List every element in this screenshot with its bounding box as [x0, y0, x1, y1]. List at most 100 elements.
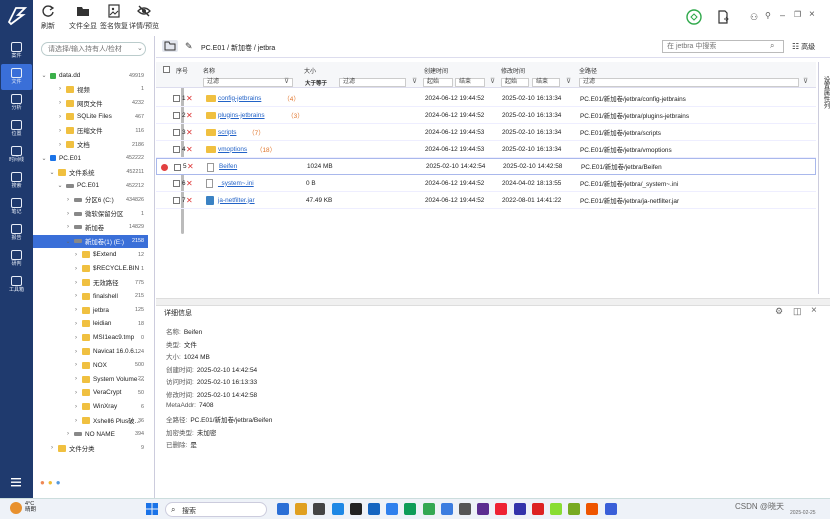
chevron-right-icon[interactable]: ›: [73, 335, 79, 341]
chevron-down-icon[interactable]: ⌄: [57, 182, 63, 189]
app-icon[interactable]: [586, 503, 599, 515]
taskbar-search[interactable]: ⌕ 搜索: [165, 502, 267, 517]
pin-icon[interactable]: ⚲: [765, 11, 771, 20]
row-name[interactable]: ja-netfilter.jar: [218, 197, 255, 204]
tree-node[interactable]: › 微软保留分区 1: [33, 207, 148, 220]
row-checkbox[interactable]: [174, 164, 181, 171]
chevron-right-icon[interactable]: ›: [73, 252, 79, 258]
chevron-right-icon[interactable]: ›: [73, 404, 79, 410]
rail-item-4[interactable]: 时间线: [1, 142, 32, 168]
tree-node[interactable]: › VeraCrypt 50: [33, 386, 148, 399]
chevron-right-icon[interactable]: ›: [57, 100, 63, 106]
app-icon[interactable]: [386, 503, 399, 515]
tree-node[interactable]: › 压缩文件 116: [33, 124, 148, 137]
app-icon[interactable]: [368, 503, 380, 515]
table-row[interactable]: 3 ✕ scripts （7） 2024-06-12 19:44:53 2025-02-1…: [156, 124, 816, 141]
folder-view-button[interactable]: [162, 40, 178, 52]
col-created[interactable]: 创建时间: [424, 66, 448, 75]
row-child-count[interactable]: （7）: [248, 128, 264, 137]
split-view-icon[interactable]: ◫: [793, 306, 802, 317]
filter-icon[interactable]: ⊽: [412, 77, 417, 85]
app-icon[interactable]: [422, 503, 435, 515]
tree-node[interactable]: › System Volume ... 22: [33, 373, 148, 386]
tree-node[interactable]: › WinXray 6: [33, 400, 148, 413]
app-icon[interactable]: [404, 503, 417, 515]
breadcrumb-item[interactable]: PC.E01: [201, 45, 225, 52]
tree-node[interactable]: › leidian 18: [33, 317, 148, 330]
chevron-right-icon[interactable]: ›: [73, 280, 79, 286]
app-icon[interactable]: [440, 503, 453, 515]
app-icon[interactable]: [349, 503, 362, 515]
col-fullpath[interactable]: 全路径: [579, 66, 597, 75]
row-name[interactable]: plugins-jetbrains: [218, 112, 265, 119]
app-icon[interactable]: [550, 503, 562, 515]
created-end-input[interactable]: 结束: [455, 78, 485, 87]
chevron-down-icon[interactable]: ⌄: [137, 44, 143, 52]
sig-recover-button[interactable]: 签名恢复: [100, 4, 128, 31]
path-filter-input[interactable]: 过滤: [579, 78, 799, 87]
tree-node[interactable]: › 文档 2186: [33, 138, 148, 151]
app-icon[interactable]: [531, 503, 544, 515]
chevron-right-icon[interactable]: ›: [57, 128, 63, 134]
row-checkbox[interactable]: [173, 95, 180, 102]
chevron-right-icon[interactable]: ›: [57, 142, 63, 148]
detail-preview-button[interactable]: 详情/预览: [129, 4, 159, 31]
chevron-right-icon[interactable]: ›: [73, 418, 79, 424]
sync-status-icon[interactable]: [686, 9, 702, 25]
row-checkbox[interactable]: [173, 129, 180, 136]
rail-item-7[interactable]: 报告: [1, 220, 32, 246]
row-child-count[interactable]: （18）: [256, 145, 276, 154]
tree-node[interactable]: › 无效路径 775: [33, 276, 148, 289]
col-size[interactable]: 大小: [304, 66, 316, 75]
chrome-icon[interactable]: [495, 503, 508, 515]
size-filter-input[interactable]: 过滤: [339, 78, 406, 87]
row-name[interactable]: Beifen: [219, 163, 237, 170]
filter-icon[interactable]: ⊽: [566, 77, 571, 85]
rail-item-5[interactable]: 搜索: [1, 168, 32, 194]
weather-icon[interactable]: [10, 502, 22, 514]
edit-path-icon[interactable]: ✎: [185, 41, 193, 52]
col-index[interactable]: 序号: [176, 66, 188, 75]
tree-node[interactable]: › NO NAME 394: [33, 428, 148, 441]
tree-node[interactable]: › 视频 1: [33, 83, 148, 96]
close-icon[interactable]: ×: [811, 305, 817, 316]
all-files-button[interactable]: 文件全显: [69, 4, 97, 31]
search-icon[interactable]: ⌕: [770, 41, 774, 51]
app-icon[interactable]: [568, 503, 581, 515]
tree-node[interactable]: ⌄ PC.E01 452222: [33, 152, 148, 165]
chevron-right-icon[interactable]: ›: [65, 224, 71, 230]
breadcrumb-item[interactable]: jetbra: [258, 45, 276, 52]
chevron-right-icon[interactable]: ›: [49, 445, 55, 451]
minimize-button[interactable]: –: [780, 10, 785, 20]
table-row[interactable]: 5 ✕ Beifen 1024 MB 2025-02-10 14:42:54 2025-0…: [156, 158, 816, 175]
filter-icon[interactable]: ⊽: [284, 77, 289, 85]
table-row[interactable]: 2 ✕ plugins-jetbrains （3） 2024-06-12 19:44:5…: [156, 107, 816, 124]
filter-icon[interactable]: ⊽: [490, 77, 495, 85]
col-modified[interactable]: 修改时间: [501, 66, 525, 75]
weather-widget[interactable]: 4°C 晴朗: [25, 501, 36, 513]
tree-node[interactable]: ⌄ data.dd 49919: [33, 69, 148, 82]
rail-item-2[interactable]: 分析: [1, 90, 32, 116]
app-icon[interactable]: [477, 503, 490, 515]
tree-node[interactable]: ⌄ PC.E01 452212: [33, 179, 148, 192]
tree-node[interactable]: › Xshell6 Plus破... 36: [33, 414, 148, 427]
tree-node[interactable]: › finalshell 215: [33, 290, 148, 303]
chevron-down-icon[interactable]: ⌄: [65, 238, 71, 245]
chevron-right-icon[interactable]: ›: [73, 266, 79, 272]
file-explorer-icon[interactable]: [277, 503, 289, 515]
rail-item-8[interactable]: 研判: [1, 246, 32, 272]
rail-item-6[interactable]: 笔记: [1, 194, 32, 220]
size-operator-select[interactable]: 大于等于: [305, 79, 327, 87]
app-icon[interactable]: [313, 503, 326, 515]
row-child-count[interactable]: （3）: [287, 111, 303, 120]
chevron-right-icon[interactable]: ›: [73, 362, 79, 368]
menu-icon[interactable]: [10, 476, 22, 488]
modified-end-input[interactable]: 结束: [532, 78, 560, 87]
export-icon[interactable]: [717, 10, 729, 24]
row-child-count[interactable]: （4）: [283, 94, 299, 103]
chevron-right-icon[interactable]: ›: [65, 431, 71, 437]
windows-start-icon[interactable]: [146, 503, 158, 515]
settings-icon[interactable]: ⚙: [775, 306, 783, 317]
chevron-right-icon[interactable]: ›: [73, 376, 79, 382]
chevron-right-icon[interactable]: ›: [57, 86, 63, 92]
